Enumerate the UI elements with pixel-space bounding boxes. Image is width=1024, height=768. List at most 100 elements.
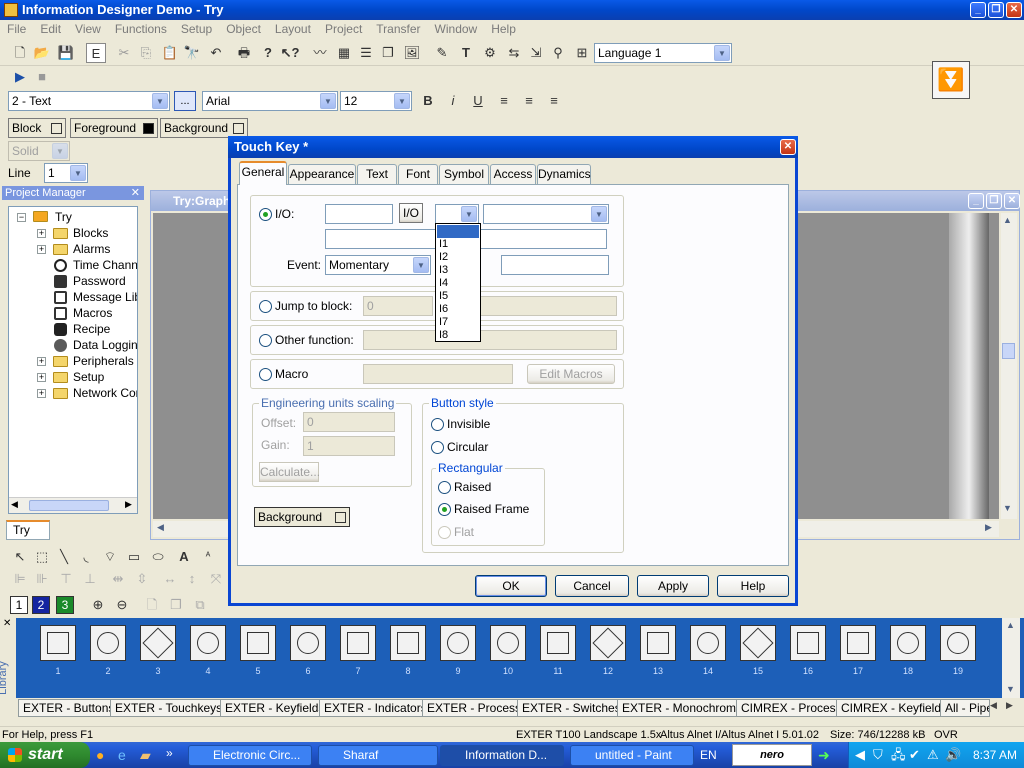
pointer-icon[interactable]: ↖ (10, 547, 30, 567)
cancel-button[interactable]: Cancel (555, 575, 629, 597)
tab-dynamics[interactable]: Dynamics (537, 164, 591, 184)
style-select[interactable]: 2 - Text ▼ (8, 91, 170, 111)
group-icon[interactable]: ❐ (166, 595, 186, 615)
tree-item-alarms[interactable]: + Alarms (9, 241, 137, 257)
library-symbol[interactable] (740, 625, 776, 661)
minimize-button[interactable]: _ (970, 2, 986, 18)
circular-radio[interactable] (431, 441, 444, 454)
apply-button[interactable]: Apply (637, 575, 709, 597)
tray-check-icon[interactable]: ✔ (909, 742, 920, 768)
same-height-icon[interactable]: ↕ (182, 569, 202, 589)
tree-item-blocks[interactable]: + Blocks (9, 225, 137, 241)
io-option-i8[interactable]: I8 (437, 329, 479, 342)
scroll-up-icon[interactable]: ▲ (1003, 215, 1012, 225)
offset-input[interactable]: 0 (303, 412, 395, 432)
tree-horizontal-scrollbar[interactable]: ◀ ▶ (9, 497, 137, 513)
tree-item-network[interactable]: + Network Con (9, 385, 137, 401)
task-sharaf[interactable]: Sharaf (318, 745, 438, 766)
find-icon[interactable]: 🔭 (182, 43, 202, 63)
menu-project[interactable]: Project (318, 20, 369, 38)
line-width-select[interactable]: 1 ▼ (44, 163, 88, 183)
macro-radio[interactable] (259, 368, 272, 381)
lib-tab-all-pipe[interactable]: All - Pipe (940, 699, 990, 717)
download-icon[interactable]: ⇲ (526, 43, 546, 63)
raised-frame-radio[interactable] (438, 503, 451, 516)
library-symbol[interactable] (40, 625, 76, 661)
nero-search-box[interactable]: nero (732, 744, 812, 766)
io-option-i7[interactable]: I7 (437, 316, 479, 329)
scroll-thumb[interactable] (1002, 343, 1015, 359)
align-right-icon[interactable]: ≡ (544, 91, 564, 111)
space-horizontal-icon[interactable]: ⇹ (108, 569, 128, 589)
scroll-down-icon[interactable]: ▼ (1003, 503, 1012, 513)
tab-appearance[interactable]: Appearance (288, 164, 356, 184)
lib-tab-process[interactable]: EXTER - Process (422, 699, 527, 717)
go-arrow-icon[interactable]: ➜ (818, 747, 830, 764)
jump-block-input[interactable]: 0 (363, 296, 433, 316)
scroll-right-icon[interactable]: ▶ (125, 499, 132, 510)
copy-icon[interactable]: ⎘ (136, 43, 156, 63)
style-ellipsis-button[interactable]: ... (174, 91, 196, 111)
scroll-down-icon[interactable]: ▼ (1006, 684, 1015, 694)
raised-radio[interactable] (438, 481, 451, 494)
lib-tab-switches[interactable]: EXTER - Switches (517, 699, 626, 717)
gain-input[interactable]: 1 (303, 436, 395, 456)
child-restore-button[interactable]: ❐ (986, 193, 1002, 209)
restore-button[interactable]: ❐ (988, 2, 1004, 18)
lib-tab-indicators[interactable]: EXTER - Indicators (319, 699, 432, 717)
ellipse-tool-icon[interactable]: ⬭ (148, 547, 168, 567)
library-symbol[interactable] (540, 625, 576, 661)
library-symbol[interactable] (190, 625, 226, 661)
tab-text[interactable]: Text (357, 164, 397, 184)
lib-tabs-left-icon[interactable]: ◀ (990, 700, 997, 711)
open-icon[interactable]: 📂 (32, 43, 52, 63)
macro-select[interactable] (363, 364, 513, 384)
picture-icon[interactable]: 🖼 (402, 43, 422, 63)
lib-tab-cimrex-process[interactable]: CIMREX - Process (736, 699, 847, 717)
menu-file[interactable]: File (0, 20, 33, 38)
io-type-select[interactable]: ▼ (435, 204, 479, 224)
save-icon[interactable]: 💾 (56, 43, 76, 63)
page-icon[interactable]: 🗋 (142, 595, 162, 615)
polyline-tool-icon[interactable]: ⌔ (100, 547, 120, 567)
expand-icon[interactable]: + (37, 389, 46, 398)
language-select[interactable]: Language 1 ▼ (594, 43, 732, 63)
ie-icon[interactable]: e (118, 747, 126, 763)
help-button[interactable]: Help (717, 575, 789, 597)
tree-item-setup[interactable]: + Setup (9, 369, 137, 385)
fill-style-select[interactable]: Solid ▼ (8, 141, 70, 161)
layer-2-button[interactable]: 2 (32, 596, 50, 614)
arc-tool-icon[interactable]: ◟ (76, 547, 96, 567)
rotated-text-icon[interactable]: ᴬ (198, 547, 218, 567)
tree-item-data-logging[interactable]: Data Logging (9, 337, 137, 353)
edit-text-icon[interactable]: ✎ (432, 43, 452, 63)
expand-icon[interactable]: + (37, 357, 46, 366)
print-icon[interactable]: 🖶 (234, 43, 254, 63)
tree-item-recipe[interactable]: Recipe (9, 321, 137, 337)
scroll-left-icon[interactable]: ◀ (157, 522, 164, 533)
library-symbol[interactable] (140, 625, 176, 661)
font-size-select[interactable]: 12 ▼ (340, 91, 412, 111)
firefox-icon[interactable]: ● (96, 747, 104, 763)
library-symbol[interactable] (240, 625, 276, 661)
new-icon[interactable]: 🗋 (10, 43, 30, 63)
library-close-icon[interactable]: ✕ (3, 618, 11, 629)
lib-tab-buttons[interactable]: EXTER - Buttons (18, 699, 120, 717)
zoom-out-icon[interactable]: ⊖ (112, 595, 132, 615)
align-center-icon[interactable]: ≡ (519, 91, 539, 111)
task-information-designer[interactable]: Information D... (440, 745, 564, 766)
library-symbol[interactable] (390, 625, 426, 661)
same-width-icon[interactable]: ↔ (160, 569, 180, 589)
io-option-i1[interactable]: I1 (437, 238, 479, 251)
task-paint[interactable]: untitled - Paint (570, 745, 694, 766)
ungroup-icon[interactable]: ⧉ (190, 595, 210, 615)
quicklaunch-icon[interactable]: ▰ (140, 747, 151, 764)
transfer-icon[interactable]: ⇆ (504, 43, 524, 63)
text-tool-icon[interactable]: T (456, 43, 476, 63)
io-option-i6[interactable]: I6 (437, 303, 479, 316)
io-secondary-select[interactable]: ▼ (483, 204, 609, 224)
chevron-double-down-icon[interactable]: ⏬ (932, 61, 970, 99)
lib-tab-keyfields[interactable]: EXTER - Keyfields (220, 699, 330, 717)
line-tool-icon[interactable]: ╲ (54, 547, 74, 567)
event-value-input[interactable] (501, 255, 609, 275)
